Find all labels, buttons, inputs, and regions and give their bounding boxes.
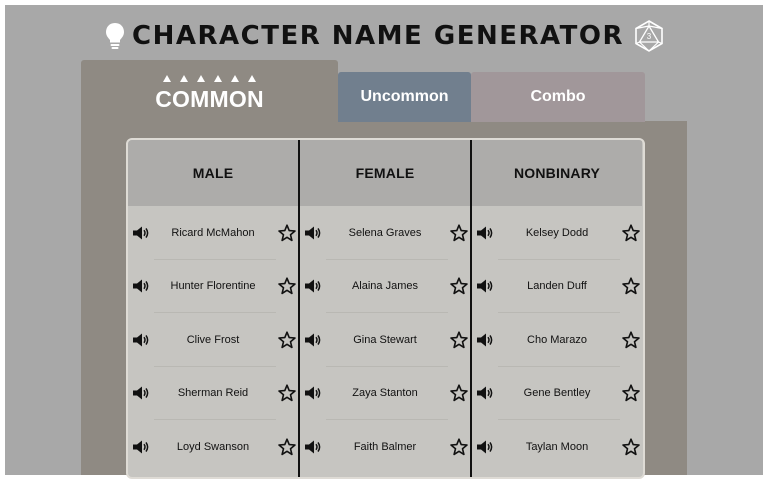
name-row: Taylan Moon xyxy=(472,420,642,474)
speaker-icon[interactable] xyxy=(476,225,494,241)
speaker-icon[interactable] xyxy=(132,278,150,294)
speaker-icon[interactable] xyxy=(132,225,150,241)
star-icon[interactable] xyxy=(450,224,468,242)
d20-icon: 3 xyxy=(635,20,663,52)
star-icon[interactable] xyxy=(278,438,296,456)
speaker-icon[interactable] xyxy=(304,278,322,294)
name-row: Ricard McMahon xyxy=(128,206,298,260)
name-row: Sherman Reid xyxy=(128,367,298,420)
character-name: Kelsey Dodd xyxy=(525,226,589,239)
column-header: MALE xyxy=(128,140,298,206)
star-icon[interactable] xyxy=(622,277,640,295)
speaker-icon[interactable] xyxy=(476,385,494,401)
speaker-icon[interactable] xyxy=(132,332,150,348)
tab-combo[interactable]: Combo xyxy=(471,72,645,122)
character-name: Ricard McMahon xyxy=(171,226,255,239)
names-table: MALE Ricard McMahon Hunter Florentine Clive… xyxy=(126,138,645,479)
speaker-icon[interactable] xyxy=(304,225,322,241)
d20-number: 3 xyxy=(647,32,652,41)
star-icon[interactable] xyxy=(450,438,468,456)
name-row: Zaya Stanton xyxy=(300,367,470,420)
tab-common[interactable]: COMMON xyxy=(81,60,338,130)
speaker-icon[interactable] xyxy=(304,332,322,348)
speaker-icon[interactable] xyxy=(304,439,322,455)
column-female: FEMALE Selena Graves Alaina James Gina Stew… xyxy=(298,140,470,477)
speaker-icon[interactable] xyxy=(476,278,494,294)
character-name: Gina Stewart xyxy=(353,333,417,346)
star-icon[interactable] xyxy=(278,277,296,295)
name-row: Alaina James xyxy=(300,260,470,313)
speaker-icon[interactable] xyxy=(132,385,150,401)
character-name: Sherman Reid xyxy=(177,387,249,400)
tab-uncommon[interactable]: Uncommon xyxy=(338,72,471,122)
name-row: Cho Marazo xyxy=(472,313,642,367)
character-name: Cho Marazo xyxy=(527,333,587,346)
rarity-mark-icon xyxy=(214,75,222,82)
character-name: Taylan Moon xyxy=(525,440,589,453)
star-icon[interactable] xyxy=(622,224,640,242)
rarity-marks xyxy=(163,75,256,82)
rarity-mark-icon xyxy=(197,75,205,82)
speaker-icon[interactable] xyxy=(132,439,150,455)
character-name: Hunter Florentine xyxy=(170,280,256,293)
name-row: Clive Frost xyxy=(128,313,298,367)
character-name: Alaina James xyxy=(351,280,419,293)
name-row: Kelsey Dodd xyxy=(472,206,642,260)
column-male: MALE Ricard McMahon Hunter Florentine Clive… xyxy=(128,140,298,477)
column-header: NONBINARY xyxy=(472,140,642,206)
column-header: FEMALE xyxy=(300,140,470,206)
speaker-icon[interactable] xyxy=(476,439,494,455)
app-frame: CHARACTER NAME GENERATOR 3 COMMON Uncomm… xyxy=(5,5,763,479)
lightbulb-icon xyxy=(106,23,125,49)
character-name: Clive Frost xyxy=(186,333,240,346)
name-row: Landen Duff xyxy=(472,260,642,313)
star-icon[interactable] xyxy=(622,384,640,402)
rarity-mark-icon xyxy=(248,75,256,82)
rarity-mark-icon xyxy=(231,75,239,82)
star-icon[interactable] xyxy=(278,224,296,242)
name-row: Loyd Swanson xyxy=(128,420,298,474)
character-name: Loyd Swanson xyxy=(176,440,250,453)
star-icon[interactable] xyxy=(278,331,296,349)
character-name: Gene Bentley xyxy=(523,387,591,400)
star-icon[interactable] xyxy=(450,277,468,295)
star-icon[interactable] xyxy=(622,438,640,456)
character-name: Landen Duff xyxy=(527,280,587,293)
title-bar: CHARACTER NAME GENERATOR 3 xyxy=(5,19,763,53)
rarity-mark-icon xyxy=(180,75,188,82)
star-icon[interactable] xyxy=(450,331,468,349)
name-row: Gina Stewart xyxy=(300,313,470,367)
name-row: Selena Graves xyxy=(300,206,470,260)
name-row: Gene Bentley xyxy=(472,367,642,420)
name-row: Faith Balmer xyxy=(300,420,470,474)
character-name: Zaya Stanton xyxy=(352,387,418,400)
character-name: Faith Balmer xyxy=(353,440,417,453)
star-icon[interactable] xyxy=(450,384,468,402)
speaker-icon[interactable] xyxy=(304,385,322,401)
rarity-mark-icon xyxy=(163,75,171,82)
name-row: Hunter Florentine xyxy=(128,260,298,313)
tab-common-label: COMMON xyxy=(155,86,264,112)
column-nonbinary: NONBINARY Kelsey Dodd Landen Duff Cho Maraz… xyxy=(470,140,642,477)
page-title: CHARACTER NAME GENERATOR xyxy=(132,21,624,51)
star-icon[interactable] xyxy=(278,384,296,402)
character-name: Selena Graves xyxy=(348,226,422,239)
star-icon[interactable] xyxy=(622,331,640,349)
speaker-icon[interactable] xyxy=(476,332,494,348)
